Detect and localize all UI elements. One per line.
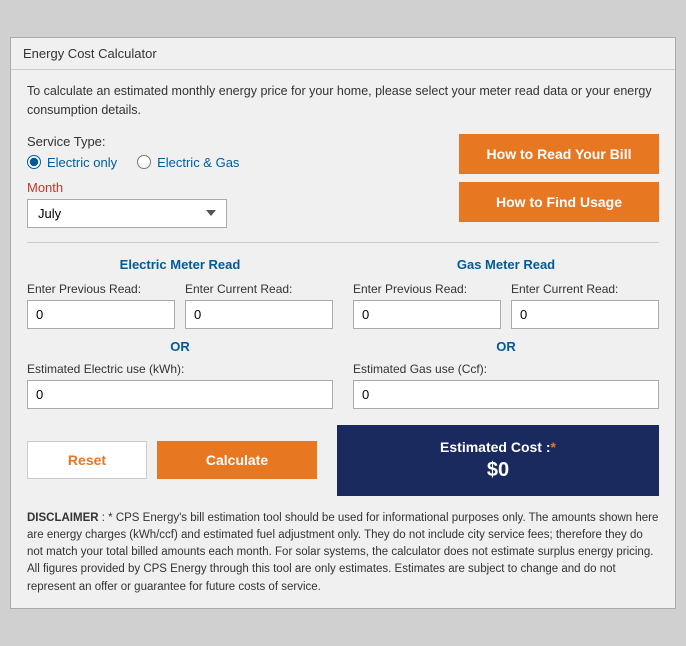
month-select[interactable]: January February March April May June Ju… <box>27 199 227 228</box>
service-type-left: Service Type: Electric only Electric & G… <box>27 134 439 228</box>
gas-curr-input[interactable] <box>511 300 659 329</box>
estimated-cost-box: Estimated Cost :* $0 <box>337 425 659 496</box>
electric-read-fields: Enter Previous Read: Enter Current Read: <box>27 282 333 329</box>
gas-usage-input[interactable] <box>353 380 659 409</box>
estimated-cost-label: Estimated Cost :* <box>357 439 639 455</box>
gas-prev-label: Enter Previous Read: <box>353 282 501 296</box>
disclaimer-text: * CPS Energy's bill estimation tool shou… <box>27 512 658 593</box>
disclaimer-prefix: DISCLAIMER <box>27 512 99 524</box>
estimated-cost-asterisk: * <box>551 439 556 455</box>
gas-curr-field: Enter Current Read: <box>511 282 659 329</box>
estimated-cost-text: Estimated Cost : <box>440 439 550 455</box>
electric-prev-label: Enter Previous Read: <box>27 282 175 296</box>
gas-usage-label: Estimated Gas use (Ccf): <box>353 362 659 376</box>
reset-button[interactable]: Reset <box>27 441 147 479</box>
electric-or-text: OR <box>27 339 333 354</box>
gas-or-text: OR <box>353 339 659 354</box>
electric-or-row: OR <box>27 339 333 354</box>
divider-1 <box>27 242 659 243</box>
electric-usage-label: Estimated Electric use (kWh): <box>27 362 333 376</box>
gas-read-fields: Enter Previous Read: Enter Current Read: <box>353 282 659 329</box>
radio-electric-label: Electric only <box>47 155 117 170</box>
radio-electric-gas[interactable] <box>137 155 151 169</box>
how-to-find-usage-button[interactable]: How to Find Usage <box>459 182 659 222</box>
electric-meter-title: Electric Meter Read <box>27 257 333 272</box>
gas-usage-field: Estimated Gas use (Ccf): <box>353 362 659 409</box>
electric-usage-fields: Estimated Electric use (kWh): <box>27 362 333 409</box>
radio-electric-option[interactable]: Electric only <box>27 155 117 170</box>
radio-electric[interactable] <box>27 155 41 169</box>
service-type-label: Service Type: <box>27 134 439 149</box>
electric-prev-field: Enter Previous Read: <box>27 282 175 329</box>
electric-curr-input[interactable] <box>185 300 333 329</box>
calculate-button[interactable]: Calculate <box>157 441 317 479</box>
electric-curr-label: Enter Current Read: <box>185 282 333 296</box>
estimated-cost-value: $0 <box>357 459 639 482</box>
radio-group: Electric only Electric & Gas <box>27 155 439 170</box>
meters-row: Electric Meter Read Enter Previous Read:… <box>27 257 659 409</box>
electric-usage-field: Estimated Electric use (kWh): <box>27 362 333 409</box>
gas-usage-fields: Estimated Gas use (Ccf): <box>353 362 659 409</box>
radio-electric-gas-label: Electric & Gas <box>157 155 239 170</box>
calculator-title: Energy Cost Calculator <box>23 46 157 61</box>
radio-electric-gas-option[interactable]: Electric & Gas <box>137 155 239 170</box>
electric-meter-section: Electric Meter Read Enter Previous Read:… <box>27 257 333 409</box>
electric-prev-input[interactable] <box>27 300 175 329</box>
disclaimer-colon: : <box>99 512 109 524</box>
month-label: Month <box>27 180 439 195</box>
intro-text: To calculate an estimated monthly energy… <box>27 82 659 120</box>
action-buttons: Reset Calculate <box>27 441 317 479</box>
title-bar: Energy Cost Calculator <box>11 38 675 70</box>
disclaimer: DISCLAIMER : * CPS Energy's bill estimat… <box>27 510 659 596</box>
gas-prev-field: Enter Previous Read: <box>353 282 501 329</box>
gas-or-row: OR <box>353 339 659 354</box>
gas-meter-section: Gas Meter Read Enter Previous Read: Ente… <box>353 257 659 409</box>
gas-meter-title: Gas Meter Read <box>353 257 659 272</box>
action-row: Reset Calculate Estimated Cost :* $0 <box>27 425 659 496</box>
calculator-container: Energy Cost Calculator To calculate an e… <box>10 37 676 609</box>
buttons-right: How to Read Your Bill How to Find Usage <box>459 134 659 222</box>
service-type-row: Service Type: Electric only Electric & G… <box>27 134 659 228</box>
gas-curr-label: Enter Current Read: <box>511 282 659 296</box>
electric-usage-input[interactable] <box>27 380 333 409</box>
gas-prev-input[interactable] <box>353 300 501 329</box>
electric-curr-field: Enter Current Read: <box>185 282 333 329</box>
how-to-read-bill-button[interactable]: How to Read Your Bill <box>459 134 659 174</box>
